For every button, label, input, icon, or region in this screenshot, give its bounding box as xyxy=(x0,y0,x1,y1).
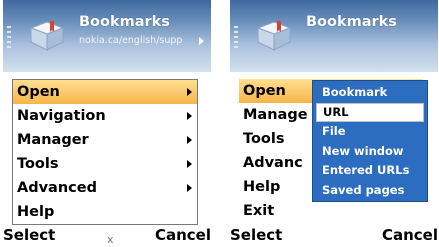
menu-item-label: Exit xyxy=(243,203,275,219)
chevron-right-icon xyxy=(187,136,192,144)
app-title: Bookmarks xyxy=(306,14,397,30)
menu-item-tools[interactable]: Tools xyxy=(13,152,197,176)
menu-item-label: Tools xyxy=(17,156,59,172)
menu-item-label: Help xyxy=(243,179,281,195)
chevron-right-icon xyxy=(187,112,192,120)
menu-item-navigation[interactable]: Navigation xyxy=(13,104,197,128)
title-bar: Bookmarks xyxy=(230,0,438,72)
bookmarks-app-icon xyxy=(256,21,292,51)
menu-item-help[interactable]: Help xyxy=(13,200,197,224)
submenu-item-new-window[interactable]: New window xyxy=(316,142,424,162)
bookmarks-app-icon xyxy=(29,21,65,51)
menu-item-label: Open xyxy=(243,83,286,99)
app-title: Bookmarks xyxy=(79,14,170,30)
menu-item-exit[interactable]: Exit xyxy=(239,199,423,223)
select-softkey[interactable]: Select xyxy=(3,226,55,244)
submenu-item-bookmark[interactable]: Bookmark xyxy=(316,83,424,103)
chevron-right-icon xyxy=(187,160,192,168)
url-subtitle: nokia.ca/english/supp xyxy=(79,35,183,46)
title-bar: Bookmarks nokia.ca/english/supp xyxy=(3,0,211,72)
menu-item-label: Tools xyxy=(243,131,285,147)
menu-item-label: Navigation xyxy=(17,108,106,124)
menu-item-label: Open xyxy=(17,84,60,100)
menu-item-label: Manager xyxy=(17,132,89,148)
options-menu: Open Navigation Manager Tools Advanced H… xyxy=(12,79,198,225)
close-icon: x xyxy=(107,233,114,246)
submenu-item-entered-urls[interactable]: Entered URLs xyxy=(316,161,424,181)
chevron-right-icon xyxy=(187,184,192,192)
softkey-bar: Select Cancel xyxy=(230,226,438,247)
menu-item-open[interactable]: Open xyxy=(13,80,197,104)
menu-item-manager[interactable]: Manager xyxy=(13,128,197,152)
submenu-item-url[interactable]: URL xyxy=(316,102,424,122)
signal-indicator-icon xyxy=(7,26,11,48)
chevron-right-icon xyxy=(187,88,192,96)
select-softkey[interactable]: Select xyxy=(230,226,282,244)
menu-item-advanced[interactable]: Advanced xyxy=(13,176,197,200)
submenu-item-saved-pages[interactable]: Saved pages xyxy=(316,181,424,201)
right-phone-screen: Bookmarks Open Manage Tools Advanc Help … xyxy=(230,0,438,247)
softkey-bar: Select x Cancel xyxy=(3,226,211,247)
open-submenu: Bookmark URL File New window Entered URL… xyxy=(312,80,428,202)
menu-item-label: Manage xyxy=(243,107,308,123)
cancel-softkey[interactable]: Cancel xyxy=(155,226,211,244)
menu-item-label: Help xyxy=(17,204,55,220)
signal-indicator-icon xyxy=(234,26,238,48)
submenu-item-file[interactable]: File xyxy=(316,122,424,142)
menu-item-label: Advanc xyxy=(243,155,303,171)
cancel-softkey[interactable]: Cancel xyxy=(382,226,438,244)
menu-item-label: Advanced xyxy=(17,180,97,196)
left-phone-screen: Bookmarks nokia.ca/english/supp Open Nav… xyxy=(3,0,211,247)
chevron-right-icon xyxy=(199,37,204,45)
